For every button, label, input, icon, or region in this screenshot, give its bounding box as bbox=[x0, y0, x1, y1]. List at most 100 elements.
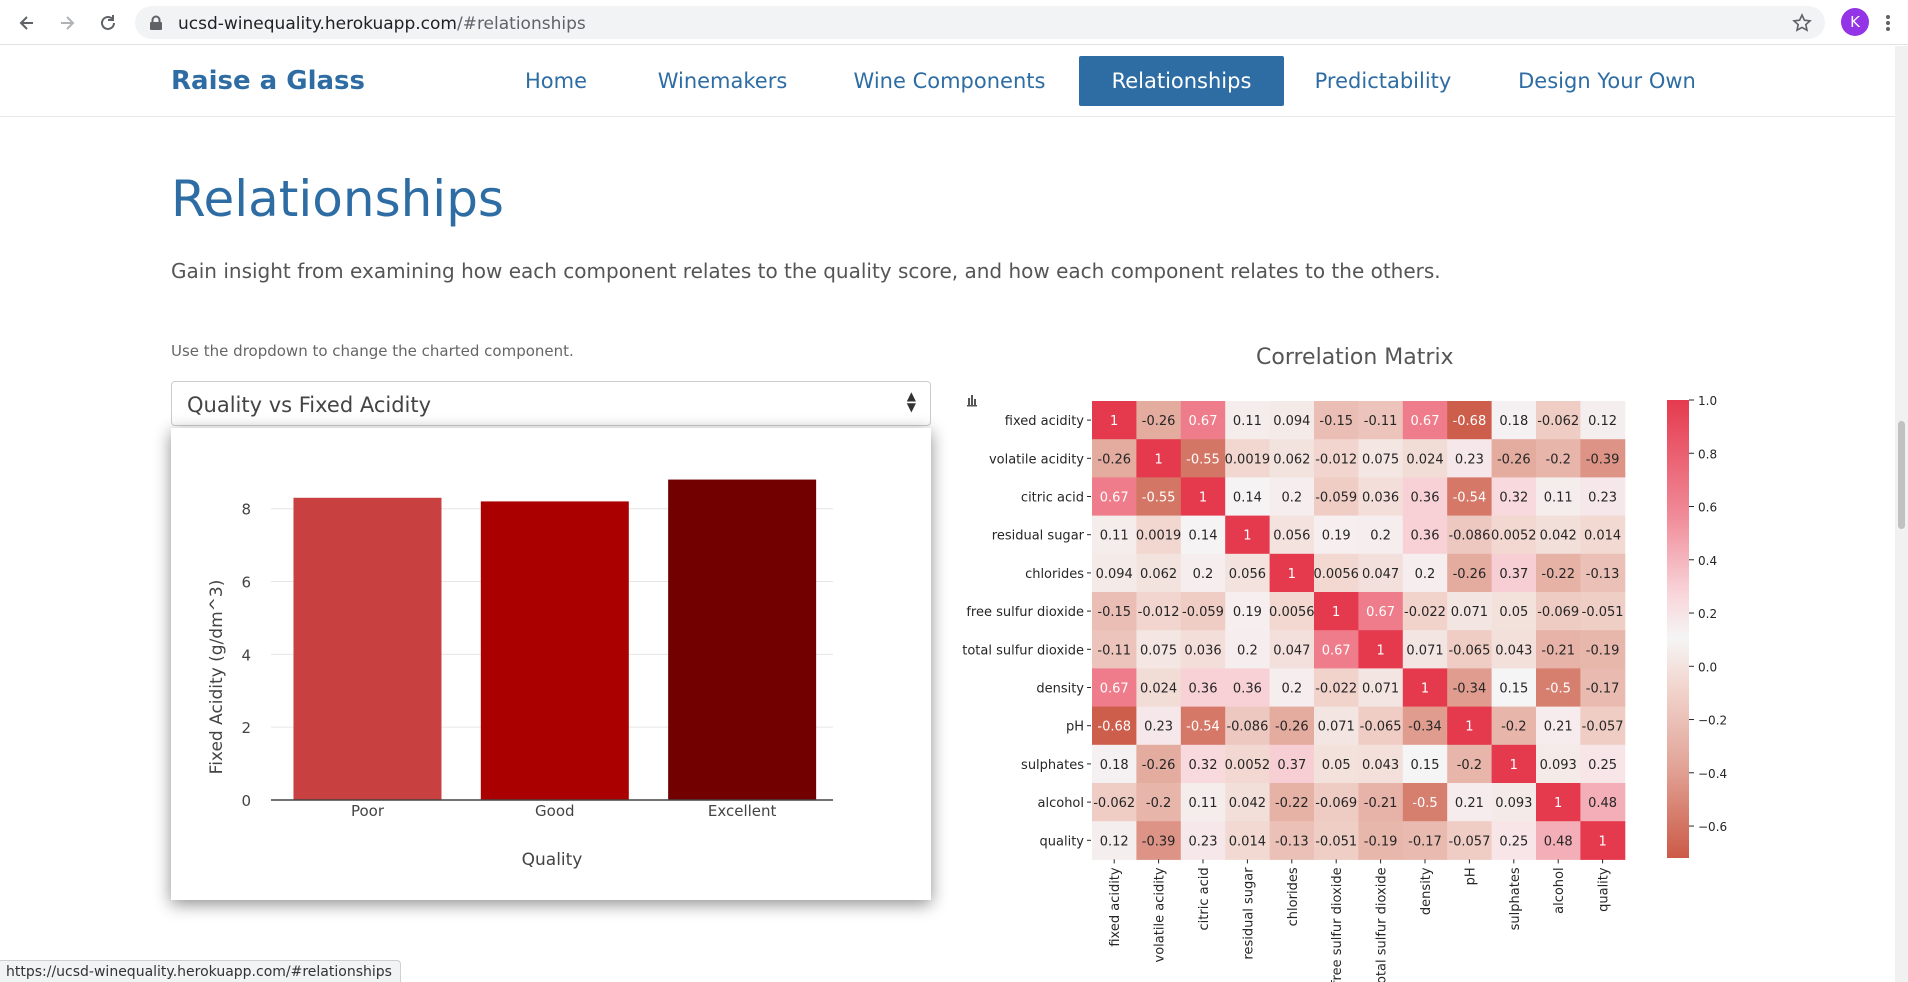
heatmap-cell-value: 0.67 bbox=[1100, 682, 1129, 697]
plot-mode-icon[interactable] bbox=[967, 395, 977, 407]
heatmap-cell-value: -0.68 bbox=[1453, 414, 1487, 429]
heatmap-cell-value: 0.67 bbox=[1411, 414, 1440, 429]
heatmap-cell-value: -0.26 bbox=[1142, 758, 1176, 773]
nav-relationships[interactable]: Relationships bbox=[1079, 56, 1284, 106]
heatmap-cell-value: 0.11 bbox=[1189, 796, 1218, 811]
back-icon[interactable] bbox=[13, 9, 41, 37]
heatmap-cell-value: 1 bbox=[1510, 758, 1518, 773]
profile-avatar[interactable]: K bbox=[1841, 8, 1869, 36]
x-tick-label: Good bbox=[535, 802, 575, 820]
heatmap-cell-value: -0.13 bbox=[1586, 567, 1620, 582]
heatmap-cell-value: -0.012 bbox=[1138, 605, 1180, 620]
quality-bar-chart: 0 2 4 6 8 Poor Good Excellent Quality Fixed Ac… bbox=[171, 428, 931, 900]
heatmap-cell-value: 0.0052 bbox=[1225, 758, 1271, 773]
nav-winemakers[interactable]: Winemakers bbox=[644, 56, 801, 106]
nav-design-your-own[interactable]: Design Your Own bbox=[1507, 56, 1707, 106]
heatmap-cell-value: 0.67 bbox=[1322, 643, 1351, 658]
nav-predictability[interactable]: Predictability bbox=[1308, 56, 1458, 106]
heatmap-cell-value: -0.022 bbox=[1315, 682, 1357, 697]
row-label: pH bbox=[1066, 720, 1084, 735]
heatmap-cell-value: -0.19 bbox=[1586, 643, 1620, 658]
col-label: density bbox=[1419, 867, 1434, 915]
bar-good[interactable] bbox=[480, 501, 629, 800]
heatmap-cell-value: 0.15 bbox=[1411, 758, 1440, 773]
heatmap-cell-value: 0.25 bbox=[1499, 834, 1528, 849]
heatmap-cell-value: -0.11 bbox=[1364, 414, 1398, 429]
heatmap-cell-value: 0.071 bbox=[1362, 682, 1399, 697]
heatmap-cell-value: 0.36 bbox=[1411, 529, 1440, 544]
heatmap-cell-value: 0.21 bbox=[1544, 720, 1573, 735]
heatmap-cell-value: 0.12 bbox=[1588, 414, 1617, 429]
heatmap-cell-value: 0.036 bbox=[1184, 643, 1221, 658]
heatmap-cell-value: -0.26 bbox=[1275, 720, 1309, 735]
row-label: alcohol bbox=[1038, 796, 1084, 811]
heatmap-cell-value: 0.11 bbox=[1100, 529, 1129, 544]
heatmap-cell-value: 0.071 bbox=[1406, 643, 1443, 658]
heatmap-cell-value: -0.54 bbox=[1186, 720, 1220, 735]
colorbar-tick-label: 0.6 bbox=[1698, 501, 1717, 515]
heatmap-cell-value: 1 bbox=[1376, 643, 1384, 658]
heatmap-cell-value: -0.22 bbox=[1275, 796, 1309, 811]
forward-icon[interactable] bbox=[53, 9, 81, 37]
heatmap-cell-value: -0.17 bbox=[1408, 834, 1442, 849]
heatmap-cell-value: 0.12 bbox=[1100, 834, 1129, 849]
address-bar[interactable]: ucsd-winequality.herokuapp.com/#relation… bbox=[135, 6, 1825, 39]
heatmap-cell-value: 1 bbox=[1288, 567, 1296, 582]
menu-kebab-icon[interactable] bbox=[1879, 9, 1897, 37]
heatmap-cell-value: 0.48 bbox=[1588, 796, 1617, 811]
page-lead: Gain insight from examining how each com… bbox=[171, 259, 1441, 283]
heatmap-cell-value: -0.051 bbox=[1582, 605, 1624, 620]
heatmap-cell-value: 0.024 bbox=[1140, 682, 1177, 697]
reload-icon[interactable] bbox=[94, 9, 122, 37]
heatmap-cell-value: -0.68 bbox=[1097, 720, 1131, 735]
heatmap-cell-value: 0.15 bbox=[1499, 682, 1528, 697]
bookmark-star-icon[interactable] bbox=[1788, 9, 1816, 37]
heatmap-cell-value: 0.18 bbox=[1100, 758, 1129, 773]
scrollbar-thumb[interactable] bbox=[1898, 421, 1905, 529]
heatmap-cell-value: -0.34 bbox=[1408, 720, 1442, 735]
heatmap-cell-value: -0.34 bbox=[1453, 682, 1487, 697]
y-tick-label: 4 bbox=[241, 646, 251, 664]
page-scrollbar[interactable] bbox=[1895, 46, 1908, 982]
nav-home[interactable]: Home bbox=[504, 56, 608, 106]
url-text: ucsd-winequality.herokuapp.com/#relation… bbox=[178, 14, 586, 34]
heatmap-cell-value: -0.15 bbox=[1319, 414, 1353, 429]
heatmap-cell-value: 0.014 bbox=[1584, 529, 1621, 544]
x-tick-label: Poor bbox=[351, 802, 385, 820]
site-navbar: Raise a Glass Home Winemakers Wine Compo… bbox=[0, 46, 1908, 117]
col-label: residual sugar bbox=[1241, 867, 1256, 960]
heatmap-cell-value: 1 bbox=[1243, 529, 1251, 544]
heatmap-cell-value: 0.093 bbox=[1495, 796, 1532, 811]
heatmap-cell-value: -0.062 bbox=[1537, 414, 1579, 429]
y-axis-label: Fixed Acidity (g/dm^3) bbox=[207, 580, 227, 775]
heatmap-cell-value: 0.25 bbox=[1588, 758, 1617, 773]
heatmap-cell-value: 0.21 bbox=[1455, 796, 1484, 811]
heatmap-cell-value: 1 bbox=[1332, 605, 1340, 620]
heatmap-cell-value: 0.0052 bbox=[1491, 529, 1537, 544]
colorbar-tick-label: −0.2 bbox=[1698, 714, 1727, 728]
site-brand[interactable]: Raise a Glass bbox=[171, 66, 365, 96]
heatmap-cell-value: -0.069 bbox=[1315, 796, 1357, 811]
heatmap-cell-value: 0.11 bbox=[1233, 414, 1262, 429]
heatmap-cell-value: -0.057 bbox=[1582, 720, 1624, 735]
heatmap-cell-value: 0.042 bbox=[1229, 796, 1266, 811]
colorbar-tick-label: 0.0 bbox=[1698, 660, 1717, 674]
nav-wine-components[interactable]: Wine Components bbox=[842, 56, 1057, 106]
heatmap-cell-value: 0.19 bbox=[1233, 605, 1262, 620]
heatmap-cell-value: -0.21 bbox=[1364, 796, 1398, 811]
colorbar-tick-label: −0.4 bbox=[1698, 767, 1727, 781]
bar-excellent[interactable] bbox=[668, 479, 817, 800]
colorbar-tick-label: 0.8 bbox=[1698, 447, 1717, 461]
heatmap-cell-value: 0.19 bbox=[1322, 529, 1351, 544]
heatmap-cell-value: 0.047 bbox=[1273, 643, 1310, 658]
y-tick-label: 2 bbox=[241, 719, 251, 737]
col-label: chlorides bbox=[1286, 867, 1301, 926]
component-select[interactable]: Quality vs Fixed Acidity ▲ ▼ bbox=[171, 381, 931, 426]
heatmap-cell-value: -0.2 bbox=[1546, 452, 1571, 467]
bar-poor[interactable] bbox=[293, 497, 442, 800]
heatmap-cell-value: 0.071 bbox=[1318, 720, 1355, 735]
heatmap-cell-value: 0.11 bbox=[1544, 491, 1573, 506]
browser-toolbar: ucsd-winequality.herokuapp.com/#relation… bbox=[0, 0, 1908, 45]
heatmap-cell-value: -0.2 bbox=[1457, 758, 1482, 773]
col-label: alcohol bbox=[1552, 867, 1567, 913]
